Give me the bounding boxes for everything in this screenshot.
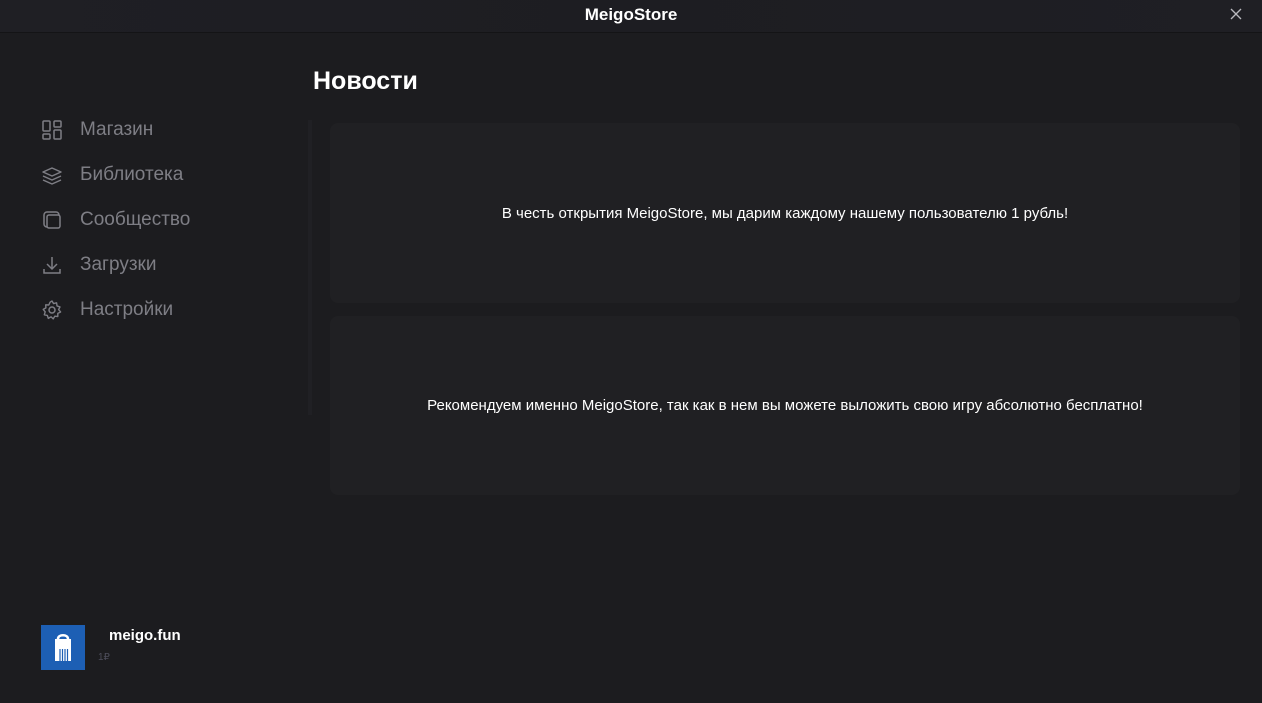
sidebar-item-label: Библиотека <box>80 164 184 185</box>
page-title: Новости <box>313 67 418 95</box>
sidebar-item-downloads[interactable]: Загрузки <box>40 250 280 280</box>
news-text: В честь открытия MeigoStore, мы дарим ка… <box>501 204 1069 222</box>
sidebar-item-library[interactable]: Библиотека <box>40 160 280 190</box>
news-card[interactable]: Рекомендуем именно MeigoStore, так как в… <box>330 316 1240 495</box>
news-card[interactable]: В честь открытия MeigoStore, мы дарим ка… <box>330 123 1240 303</box>
sidebar-item-label: Сообщество <box>80 209 191 230</box>
shopping-bag-icon <box>55 634 71 661</box>
close-button[interactable] <box>1226 4 1246 24</box>
title-bar: MeigoStore <box>0 0 1262 33</box>
sidebar-divider <box>308 120 312 415</box>
sidebar-item-community[interactable]: Сообщество <box>40 205 280 235</box>
sidebar-item-label: Настройки <box>80 299 174 320</box>
community-cards-icon <box>40 208 64 232</box>
sidebar-item-settings[interactable]: Настройки <box>40 295 280 325</box>
sidebar: Магазин Библиотека Сообщество Загрузки Н… <box>0 33 310 703</box>
sidebar-item-label: Магазин <box>80 119 154 140</box>
window-title: MeigoStore <box>584 5 678 24</box>
sidebar-item-store[interactable]: Магазин <box>40 115 280 145</box>
download-icon <box>40 253 64 277</box>
username: meigo.fun <box>109 627 181 644</box>
gear-icon <box>40 298 64 322</box>
library-stack-icon <box>40 163 64 187</box>
user-profile[interactable]: meigo.fun 1₽ <box>41 625 291 671</box>
close-icon <box>1230 8 1242 20</box>
store-grid-icon <box>40 118 64 142</box>
avatar[interactable] <box>41 625 85 670</box>
news-text: Рекомендуем именно MeigoStore, так как в… <box>427 397 1143 414</box>
balance: 1₽ <box>98 652 110 663</box>
sidebar-item-label: Загрузки <box>80 254 157 275</box>
